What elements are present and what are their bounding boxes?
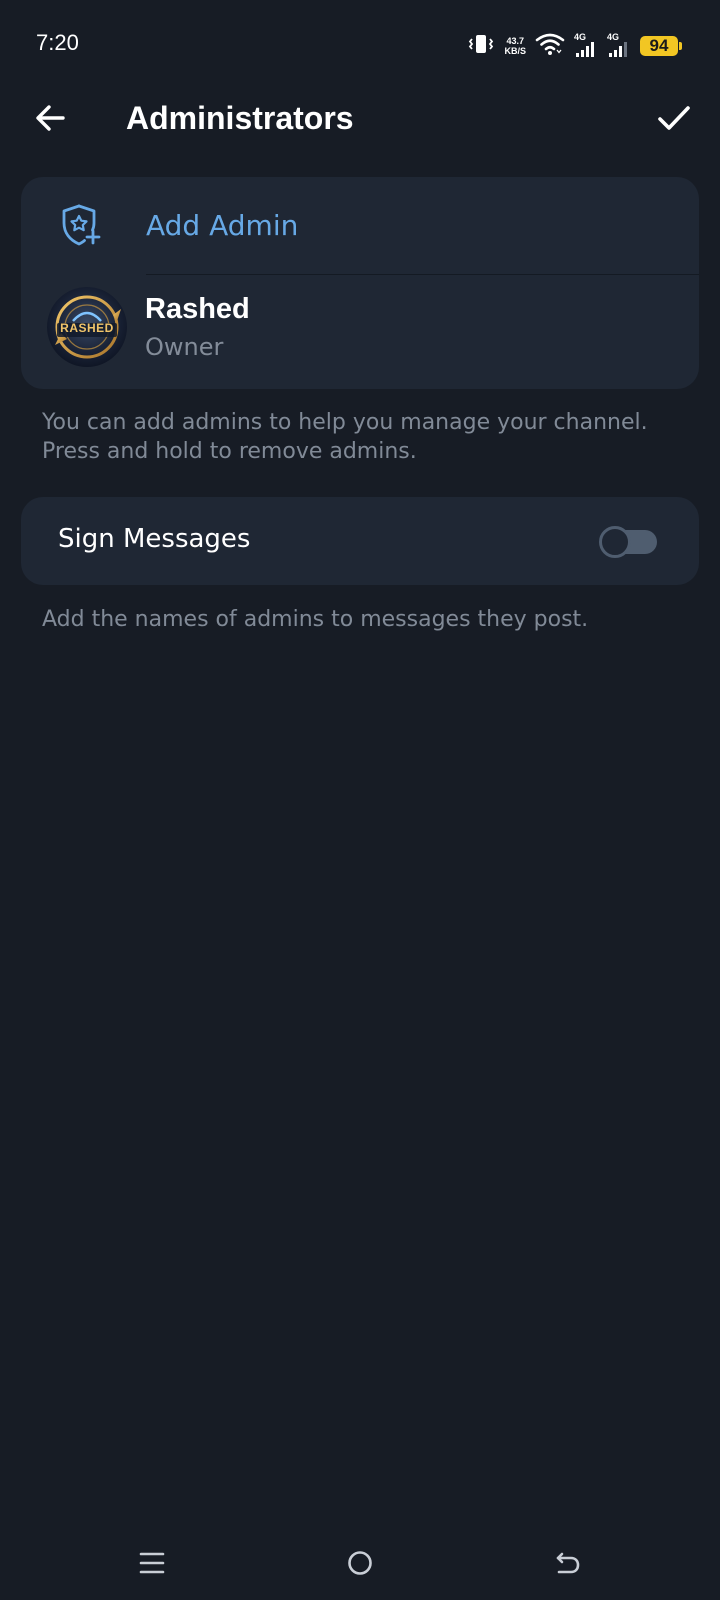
wifi-icon — [535, 32, 565, 60]
admin-role: Owner — [145, 333, 224, 361]
battery-tip — [679, 42, 682, 50]
avatar: RASHED — [47, 287, 127, 367]
shield-star-plus-icon — [57, 201, 105, 249]
done-button[interactable] — [650, 96, 698, 144]
avatar-text: RASHED — [60, 321, 114, 335]
network-speed-value: 43.7 — [506, 36, 524, 46]
back-nav-button[interactable] — [538, 1540, 598, 1590]
arrow-left-icon — [33, 101, 67, 139]
home-circle-icon — [346, 1549, 374, 1581]
status-icons: 43.7 KB/S 4G 4G 94 — [467, 32, 682, 60]
back-button[interactable] — [28, 98, 72, 142]
add-admin-button[interactable]: Add Admin — [21, 177, 699, 274]
network-speed-unit: KB/S — [504, 46, 526, 56]
sign-messages-hint: Add the names of admins to messages they… — [42, 607, 589, 632]
home-button[interactable] — [330, 1540, 390, 1590]
network-speed: 43.7 KB/S — [504, 36, 526, 56]
battery-icon: 94 — [640, 36, 682, 56]
app-header: Administrators — [0, 92, 720, 148]
signal-icon-1: 4G — [574, 32, 598, 58]
sign-messages-toggle[interactable] — [599, 525, 657, 558]
signal-icon-2: 4G — [607, 32, 631, 58]
admins-hint: You can add admins to help you manage yo… — [42, 410, 648, 464]
menu-button[interactable] — [122, 1540, 182, 1590]
admins-card: Add Admin RASHED Rashed Owner — [21, 177, 699, 389]
battery-level: 94 — [640, 36, 678, 56]
vibrate-icon — [467, 32, 495, 60]
admin-name: Rashed — [145, 293, 250, 325]
sign-messages-label: Sign Messages — [58, 524, 251, 554]
page-title: Administrators — [126, 100, 354, 136]
system-nav-bar — [0, 1540, 720, 1600]
status-bar: 7:20 43.7 KB/S 4G 4G 94 — [0, 0, 720, 92]
checkmark-icon — [656, 100, 692, 140]
status-time: 7:20 — [36, 30, 79, 55]
add-admin-label: Add Admin — [146, 209, 299, 242]
admin-list-item[interactable]: RASHED Rashed Owner — [21, 275, 699, 389]
toggle-thumb — [599, 526, 631, 558]
back-arrow-icon — [554, 1549, 582, 1581]
sign-messages-row[interactable]: Sign Messages — [21, 497, 699, 585]
menu-icon — [139, 1550, 165, 1580]
